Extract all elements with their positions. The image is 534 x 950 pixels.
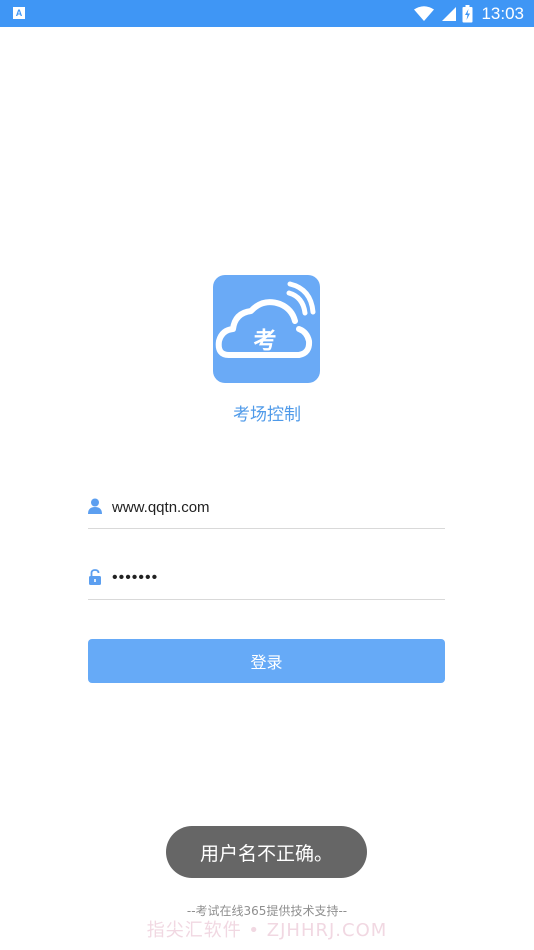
signal-icon xyxy=(442,6,457,21)
user-icon xyxy=(88,498,102,514)
app-logo: 考 xyxy=(213,275,320,383)
login-button[interactable]: 登录 xyxy=(88,639,445,683)
password-input[interactable] xyxy=(112,563,432,593)
error-toast: 用户名不正确。 xyxy=(166,826,367,878)
wifi-icon xyxy=(414,5,435,21)
battery-icon xyxy=(462,4,473,22)
status-bar: A 13:03 xyxy=(0,0,534,27)
notification-icon: A xyxy=(13,7,25,19)
password-field xyxy=(88,559,445,600)
watermark: 指尖汇软件 • ZJHHRJ.COM xyxy=(146,920,388,941)
username-field xyxy=(88,488,445,529)
logo-character: 考 xyxy=(254,328,277,354)
lock-icon xyxy=(89,569,101,585)
cloud-exam-logo-icon: 考 xyxy=(215,281,316,358)
app-name: 考场控制 xyxy=(233,405,301,425)
username-input[interactable] xyxy=(112,492,432,522)
status-icons: 13:03 xyxy=(414,0,524,27)
clock-time: 13:03 xyxy=(481,3,524,23)
